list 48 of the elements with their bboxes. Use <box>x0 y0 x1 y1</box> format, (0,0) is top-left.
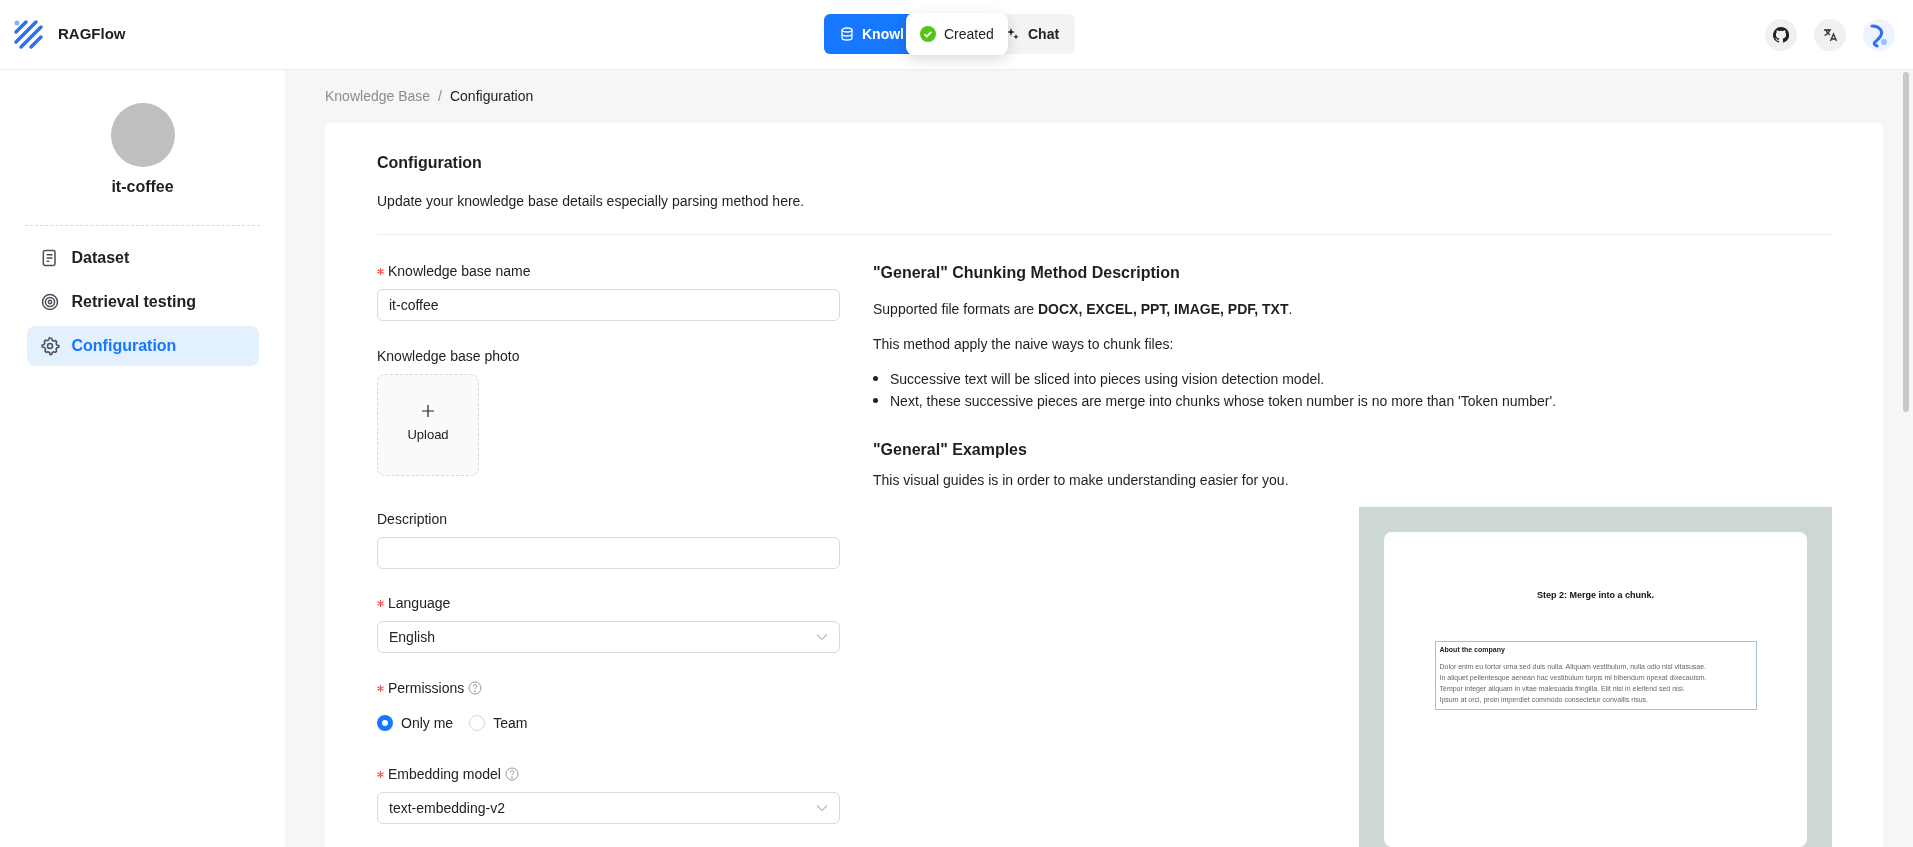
select-field[interactable]: English <box>377 621 840 653</box>
field-label: Description <box>377 509 448 529</box>
field-label: Embedding model <box>388 764 501 784</box>
section-title: Configuration <box>377 153 483 173</box>
input-field[interactable] <box>377 537 840 569</box>
knowledge-base-name: it-coffee <box>111 177 174 197</box>
field-label: Language <box>388 593 451 613</box>
select-field[interactable]: text-embedding-v2 <box>377 792 840 824</box>
bullet-icon <box>873 376 878 381</box>
example-step-title: Step 2: Merge into a chunk. <box>1537 589 1654 602</box>
translate-button[interactable] <box>1814 18 1846 51</box>
github-button[interactable] <box>1765 18 1797 51</box>
plus-icon <box>422 405 434 418</box>
database-icon <box>840 27 854 41</box>
field-label: Knowledge base photo <box>377 346 520 366</box>
sidebar-item[interactable]: Configuration <box>26 326 259 366</box>
user-avatar[interactable] <box>1863 18 1895 51</box>
settings-icon <box>39 336 60 356</box>
translate-icon <box>1822 26 1838 43</box>
chevron-down-icon <box>816 804 828 812</box>
target-icon <box>39 292 60 312</box>
chevron-down-icon <box>816 633 828 641</box>
examples-text: This visual guides is in order to make understanding easier for you. <box>873 471 1290 490</box>
radio-option[interactable]: Only me <box>377 712 454 734</box>
field-label: Knowledge base name <box>388 261 531 281</box>
upload-button[interactable]: Upload <box>377 374 479 476</box>
bullet-text: Successive text will be sliced into pieces using vision detection model. <box>890 370 1325 389</box>
examples-heading: "General" Examples <box>873 440 1028 460</box>
scrollbar[interactable] <box>1903 72 1909 412</box>
input-field[interactable]: it-coffee <box>377 289 840 321</box>
breadcrumb-separator: / <box>438 87 442 106</box>
field-label: Permissions <box>388 678 465 698</box>
bullet-icon <box>873 398 878 403</box>
method-heading: "General" Chunking Method Description <box>873 263 1181 283</box>
success-icon <box>920 26 936 42</box>
sidebar-item[interactable]: Retrieval testing <box>26 282 259 322</box>
sparkle-icon <box>1006 27 1020 41</box>
logo-icon <box>12 17 46 52</box>
section-subtitle: Update your knowledge base details especially parsing method here. <box>377 192 806 211</box>
toast-text: Created <box>944 24 994 44</box>
logo-text: RAGFlow <box>58 24 126 45</box>
radio-option[interactable]: Team <box>469 712 528 734</box>
formats-text: Supported file formats are DOCX, EXCEL, PPT, IMAGE, PDF, TXT. <box>873 300 1294 319</box>
method-intro: This method apply the naive ways to chunk files: <box>873 335 1175 354</box>
breadcrumb-current: Configuration <box>449 87 534 106</box>
bullet-text: Next, these successive pieces are merge into chunks whose token number is no more than 'Token number'. <box>890 392 1557 411</box>
github-icon <box>1773 26 1789 43</box>
sidebar-item[interactable]: Dataset <box>26 238 259 278</box>
